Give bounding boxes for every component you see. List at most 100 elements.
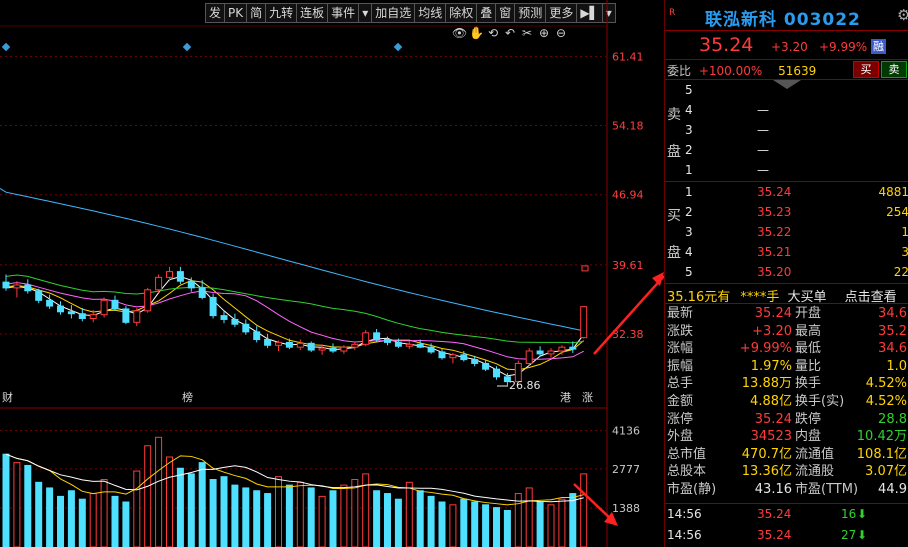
bids-price: 35.22 — [757, 225, 792, 239]
bids-row[interactable]: 5 35.20 22 — [685, 262, 908, 282]
volume-bar — [493, 507, 500, 547]
gear-icon[interactable]: ⚙ — [897, 6, 908, 24]
bids-row[interactable]: 2 35.23 254 — [685, 202, 908, 222]
stat-value: +9.99% — [739, 341, 792, 357]
volume-bar — [242, 487, 250, 547]
moving-average-line — [5, 280, 585, 371]
asks-price: — — [757, 103, 769, 117]
tick-volume: 16 — [841, 507, 857, 521]
sell-button[interactable]: 卖 — [881, 61, 907, 78]
candle-body — [569, 346, 577, 350]
sell-side-label-2: 盘 — [667, 144, 681, 160]
candle-body — [307, 342, 315, 351]
stat-label: 振幅 — [667, 358, 694, 374]
candle-body — [351, 343, 359, 348]
volume-bar — [122, 501, 130, 547]
candle-body — [384, 339, 391, 343]
volume-bar — [35, 481, 43, 547]
candle-body — [340, 346, 348, 352]
volume-bar — [67, 490, 75, 547]
down-arrow-icon: ⬇ — [857, 528, 868, 542]
volume-bar — [460, 498, 468, 547]
stat-label: 流通股 — [795, 464, 835, 480]
price-change: +3.20 — [771, 40, 808, 54]
asks-row[interactable]: 5 — [685, 80, 908, 100]
candle-body — [460, 354, 468, 361]
tick-price: 35.24 — [757, 528, 792, 542]
candle-body — [144, 289, 152, 312]
stat-label: 换手 — [795, 376, 822, 392]
asks-level: 2 — [685, 143, 693, 157]
tick-time: 14:56 — [667, 507, 702, 521]
volume-bar — [471, 501, 479, 547]
volume-bar — [209, 479, 217, 547]
bids-row[interactable]: 1 35.24 4881 — [685, 182, 908, 202]
bids-volume: 254 — [886, 205, 908, 219]
event-marker: 榜 — [182, 390, 193, 404]
candle-body — [155, 276, 163, 291]
volume-bar — [318, 495, 326, 547]
stat-label: 量比 — [795, 358, 822, 374]
asks-row[interactable]: 4— — [685, 100, 908, 120]
stat-label: 总手 — [667, 376, 694, 392]
y-tick-label: 39.61 — [612, 259, 644, 272]
bids-level: 2 — [685, 205, 693, 219]
candle-body — [100, 299, 108, 316]
bids-level: 4 — [685, 245, 693, 259]
candle-body — [2, 281, 10, 289]
volume-bar — [503, 509, 511, 547]
stat-value: 43.16 — [754, 482, 792, 497]
stat-label: 换手(实) — [795, 394, 845, 409]
stat-label: 涨停 — [667, 411, 694, 427]
asks-row[interactable]: 3— — [685, 120, 908, 140]
stat-value: 4.52% — [865, 376, 907, 392]
bids-volume: 22 — [893, 265, 908, 279]
volume-bar — [285, 484, 293, 547]
candle-body — [536, 350, 544, 355]
y-tick-label: 54.18 — [612, 119, 644, 132]
y-tick-label: 61.41 — [612, 50, 644, 63]
bids-price: 35.23 — [757, 205, 792, 219]
bids-row[interactable]: 4 35.21 3 — [685, 242, 908, 262]
stat-value: 34.6 — [878, 306, 907, 321]
candle-body — [176, 271, 184, 282]
candle-body — [329, 347, 337, 352]
moving-average-line — [0, 187, 584, 332]
kline-chart[interactable]: 61.4154.1846.9439.6132.38413627771388 26… — [0, 0, 664, 547]
candle-body — [242, 323, 250, 333]
annotation-arrow — [573, 483, 613, 521]
y-tick-label: 46.94 — [612, 189, 644, 202]
volume-bar — [296, 481, 304, 547]
bids-price: 35.20 — [757, 265, 792, 279]
r-tag: R — [669, 8, 676, 18]
asks-level: 5 — [685, 83, 693, 97]
stat-value: 13.36亿 — [741, 464, 792, 480]
candle-body — [471, 359, 479, 364]
asks-row[interactable]: 2— — [685, 140, 908, 160]
buy-button[interactable]: 买 — [853, 61, 879, 78]
candle-body — [198, 287, 206, 298]
volume-bar — [580, 473, 588, 547]
asks-row[interactable]: 1— — [685, 160, 908, 180]
stat-label: 最低 — [795, 341, 822, 357]
tick-price: 35.24 — [757, 507, 792, 521]
volume-bar — [111, 495, 119, 547]
volume-bar — [166, 456, 173, 547]
volume-bar — [264, 493, 272, 547]
tick-row: 14:56 35.24 27 ⬇ — [667, 528, 907, 542]
vol-tick-label: 4136 — [612, 425, 640, 438]
candle-body — [111, 299, 119, 310]
candle-body — [209, 296, 217, 317]
tick-time: 14:56 — [667, 528, 702, 542]
bids-row[interactable]: 3 35.22 1 — [685, 222, 908, 242]
candle-body — [133, 310, 141, 323]
candle-body — [547, 350, 555, 355]
candle-body — [482, 362, 490, 370]
event-diamond-icon — [1, 42, 11, 52]
candle-body — [580, 306, 588, 339]
bids-level: 3 — [685, 225, 693, 239]
quote-panel: R 联泓新科 003022 ⚙ 35.24 +3.20 +9.99% 融 委比 … — [664, 0, 908, 547]
volume-bar — [351, 479, 359, 547]
tick-volume: 27 — [841, 528, 857, 542]
buy-side-label-1: 买 — [667, 208, 681, 224]
